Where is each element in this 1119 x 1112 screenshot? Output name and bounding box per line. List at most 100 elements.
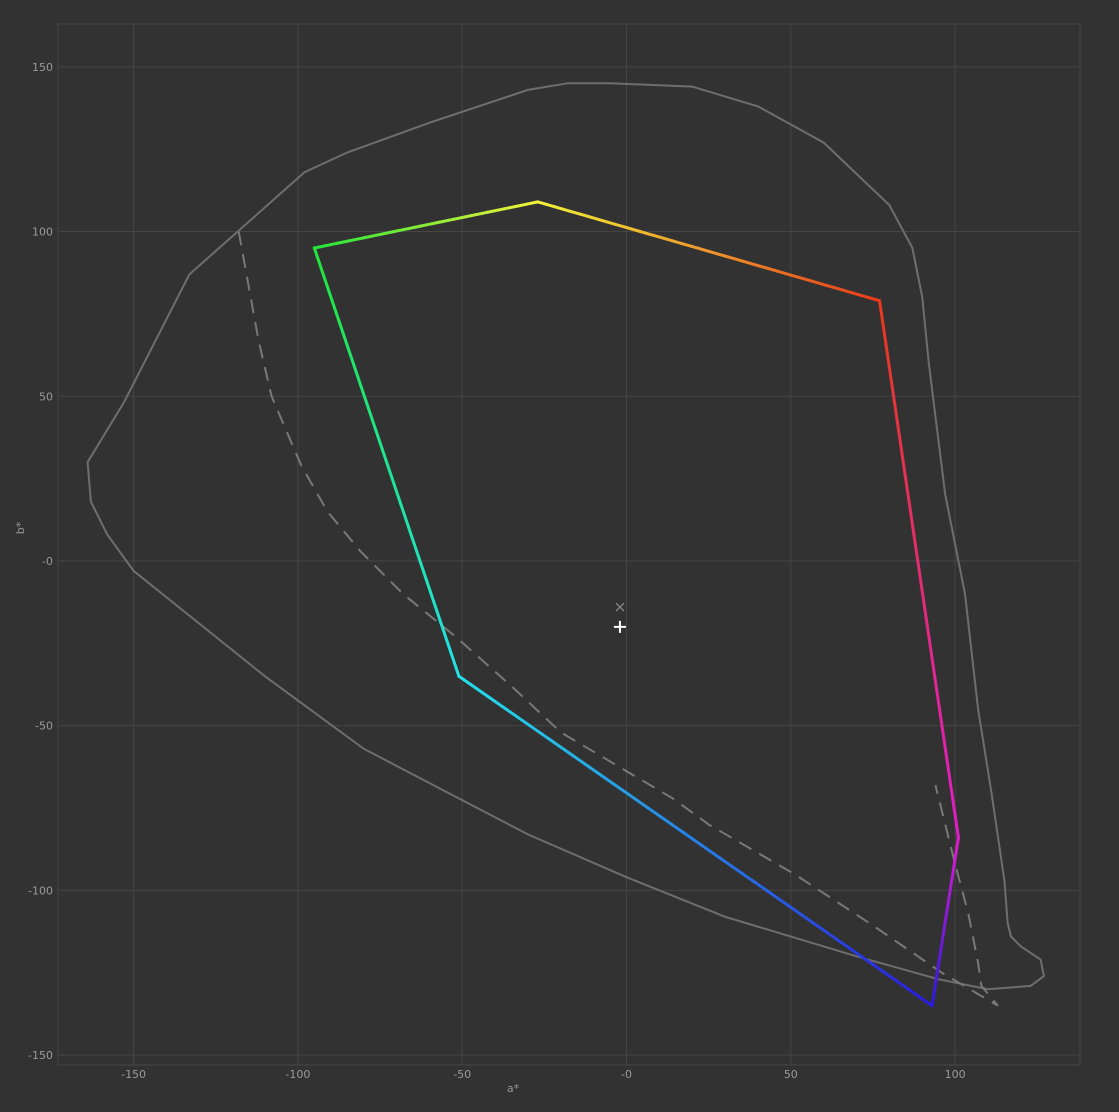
outline-point <box>1003 879 1006 882</box>
outline-point <box>86 461 89 463</box>
y-tick-label: -150 <box>28 1049 53 1062</box>
gamut-edge-segment <box>897 433 903 450</box>
outline-point <box>921 296 924 299</box>
outline-point <box>1029 985 1032 987</box>
outline-point <box>855 955 858 958</box>
outline-point <box>566 82 569 85</box>
gamut-edge-segment <box>939 715 945 732</box>
gamut-edge-segment <box>931 661 937 679</box>
y-tick-label: -50 <box>35 720 53 733</box>
gamut-edge-segment <box>954 822 960 840</box>
gamut-edge-segment <box>950 795 956 813</box>
y-tick-label: -0 <box>42 555 53 568</box>
outline-point <box>264 675 266 678</box>
outline-point <box>444 790 447 793</box>
gamut-edge-segment <box>927 634 933 652</box>
outline-point <box>691 85 694 88</box>
gamut-edge-segment <box>923 607 929 625</box>
gamut-edge-segment <box>899 446 905 464</box>
gamut-vertex <box>312 246 316 250</box>
gamut-vertex <box>930 1004 934 1008</box>
gamut-edge-segment <box>911 527 917 544</box>
outline-point <box>527 89 529 91</box>
gamut-chart: -150 -100 -50 -0 50 10015010050-0-50-100-150 … <box>14 23 1081 1095</box>
outline-point <box>911 247 914 249</box>
outline-point <box>964 593 966 595</box>
gamut-edge-segment <box>949 782 954 799</box>
outline-point <box>1020 945 1022 948</box>
outline-point <box>346 151 348 154</box>
outline-point <box>944 494 947 496</box>
outline-point <box>362 747 365 750</box>
gamut-edge-segment <box>901 460 907 477</box>
outline-point <box>188 273 191 276</box>
x-tick-label: -100 <box>285 1068 310 1081</box>
gamut-edge-segment <box>925 621 931 638</box>
outline-point <box>990 790 993 793</box>
outline-point <box>724 915 726 918</box>
gamut-vertex <box>956 836 960 840</box>
gamut-edge-segment <box>913 540 919 558</box>
y-tick-label: 50 <box>39 390 53 403</box>
x-axis-label: a* <box>507 1082 520 1095</box>
y-tick-label: -100 <box>28 884 53 897</box>
outline-point <box>977 708 979 711</box>
gamut-edge-segment <box>917 567 923 585</box>
outline-point <box>106 533 109 536</box>
gamut-edge-segment <box>907 500 913 518</box>
outline-point <box>822 141 825 144</box>
outline-point <box>1039 958 1042 961</box>
x-tick-label: -50 <box>453 1068 471 1081</box>
outline-point <box>928 362 930 365</box>
gamut-edge-segment <box>919 581 925 598</box>
gamut-edge-segment <box>929 648 935 665</box>
gamut-edge-segment <box>895 420 901 437</box>
outline-point <box>609 82 611 85</box>
outline-point <box>303 171 306 174</box>
gamut-vertex <box>536 200 540 204</box>
gamut-edge-segment <box>883 339 889 356</box>
x-tick-label: 50 <box>784 1068 798 1081</box>
outline-point <box>1006 922 1009 925</box>
gamut-edge-segment <box>889 379 895 397</box>
outline-point <box>987 988 989 991</box>
x-tick-label: 100 <box>945 1068 966 1081</box>
gamut-edge-segment <box>893 406 899 424</box>
y-tick-label: 100 <box>32 226 53 239</box>
gamut-edge-segment <box>935 688 941 705</box>
outline-point <box>914 263 917 266</box>
gamut-edge-segment <box>921 594 927 611</box>
outline-point <box>428 122 431 124</box>
gamut-edge-segment <box>941 728 947 746</box>
gamut-edge-segment <box>915 554 921 571</box>
outline-point <box>1043 975 1045 977</box>
outline-point <box>122 402 125 404</box>
gamut-edge-segment <box>887 366 893 383</box>
outline-point <box>888 204 891 206</box>
gamut-edge-segment <box>943 742 949 759</box>
gamut-edge-segment <box>891 393 897 410</box>
outline-point <box>757 105 759 108</box>
gamut-vertex <box>878 299 882 303</box>
gamut-edge-segment <box>885 352 891 370</box>
outline-point <box>1010 935 1012 938</box>
x-tick-label: -0 <box>621 1068 632 1081</box>
gamut-edge-segment <box>880 312 885 330</box>
y-axis-label: b* <box>14 521 27 534</box>
outline-point <box>937 978 940 981</box>
plot-area <box>57 23 1081 1066</box>
gamut-edge-segment <box>903 473 909 491</box>
gamut-edge-segment <box>909 514 915 531</box>
outline-point <box>132 570 135 572</box>
gamut-edge-segment <box>933 675 939 692</box>
gamut-edge-segment <box>945 755 951 773</box>
gamut-edge-segment <box>878 299 884 316</box>
gamut-edge-segment <box>947 769 953 786</box>
outline-point <box>625 876 628 879</box>
gamut-edge-segment <box>952 809 958 826</box>
gamut-vertex <box>457 674 461 678</box>
outline-point <box>527 833 529 836</box>
gamut-edge-segment <box>881 326 887 343</box>
outline-point <box>90 500 92 503</box>
y-tick-label: 150 <box>32 61 53 74</box>
